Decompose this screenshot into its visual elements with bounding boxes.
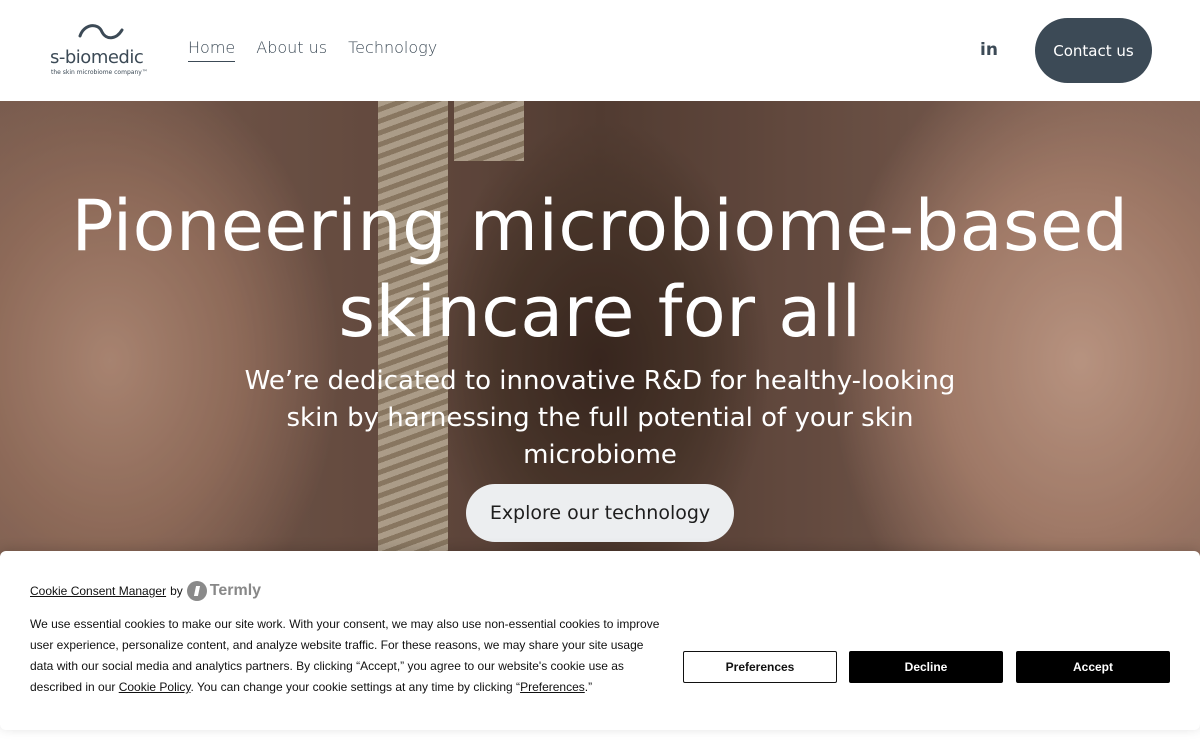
logo-wordmark: s-biomedic	[50, 47, 144, 68]
main-nav: Home About us Technology	[188, 38, 437, 62]
cookie-policy-link[interactable]: Cookie Policy	[119, 680, 191, 694]
logo-swoosh-icon	[78, 24, 124, 40]
cookie-text-part: .”	[584, 680, 593, 694]
linkedin-icon[interactable]: in	[980, 40, 1000, 60]
hero-title: Pioneering microbiome-based skincare for…	[71, 185, 1129, 353]
termly-logo: Termly	[186, 581, 262, 601]
cookie-text-part: . You can change your cookie settings at…	[190, 680, 521, 694]
site-header: s-biomedic the skin microbiome company™ …	[0, 0, 1200, 101]
cookie-banner-header: Cookie Consent Manager by Termly	[30, 581, 261, 601]
decline-button[interactable]: Decline	[849, 651, 1003, 683]
nav-technology[interactable]: Technology	[348, 38, 437, 62]
contact-us-button[interactable]: Contact us	[1035, 18, 1152, 83]
logo-tagline: the skin microbiome company™	[51, 69, 148, 76]
termly-logo-icon	[186, 581, 207, 601]
hero-subtitle: We’re dedicated to innovative R&D for he…	[244, 366, 956, 470]
nav-about-us[interactable]: About us	[256, 38, 327, 62]
explore-technology-button[interactable]: Explore our technology	[466, 484, 734, 542]
preferences-button[interactable]: Preferences	[683, 651, 837, 683]
cookie-consent-manager-link[interactable]: Cookie Consent Manager	[30, 584, 166, 598]
cookie-description: We use essential cookies to make our sit…	[30, 614, 670, 698]
hero-section: Pioneering microbiome-based skincare for…	[0, 101, 1200, 561]
nav-home[interactable]: Home	[188, 38, 236, 62]
preferences-link[interactable]: Preferences	[520, 680, 585, 694]
accept-button[interactable]: Accept	[1016, 651, 1170, 683]
cookie-consent-banner: Cookie Consent Manager by Termly We use …	[0, 551, 1200, 730]
site-logo[interactable]: s-biomedic the skin microbiome company™	[50, 22, 160, 80]
termly-wordmark: Termly	[209, 582, 262, 599]
by-label: by	[170, 584, 183, 598]
